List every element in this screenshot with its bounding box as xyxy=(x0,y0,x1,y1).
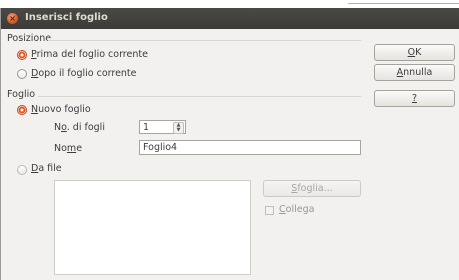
sheet-section-label: Foglio xyxy=(7,89,36,100)
help-button[interactable]: ? xyxy=(374,90,455,107)
link-checkbox[interactable] xyxy=(265,206,274,215)
position-separator xyxy=(48,40,361,41)
radio-before-current-label[interactable]: Prima del foglio corrente xyxy=(31,49,148,60)
close-icon[interactable]: × xyxy=(7,13,18,24)
radio-after-current-label[interactable]: Dopo il foglio corrente xyxy=(31,68,137,79)
title-bar[interactable]: × Inserisci foglio xyxy=(1,8,459,29)
sheet-name-field[interactable]: Foglio4 xyxy=(139,140,361,155)
background-window-strip xyxy=(0,0,459,8)
radio-before-current[interactable] xyxy=(17,50,27,60)
radio-new-sheet[interactable] xyxy=(17,105,27,115)
sheet-count-stepper[interactable]: 1 ▲ ▼ xyxy=(139,120,186,134)
dialog-title: Inserisci foglio xyxy=(25,12,108,23)
sheet-name-value: Foglio4 xyxy=(143,142,178,153)
sheet-count-label: No. di fogli xyxy=(54,122,105,133)
radio-from-file-label[interactable]: Da file xyxy=(31,163,62,174)
ok-button[interactable]: OK xyxy=(374,44,455,61)
radio-new-sheet-label[interactable]: Nuovo foglio xyxy=(31,104,91,115)
sheet-separator xyxy=(38,96,361,97)
browse-button[interactable]: Sfoglia... xyxy=(263,180,361,197)
background-field-edge xyxy=(348,3,459,4)
cancel-button[interactable]: Annulla xyxy=(374,64,455,81)
radio-after-current[interactable] xyxy=(17,69,27,79)
sheet-name-label: Nome xyxy=(54,143,83,154)
file-sheet-list[interactable] xyxy=(54,180,251,275)
stepper-arrows-icon[interactable]: ▲ ▼ xyxy=(173,122,184,134)
position-section-label: Posizione xyxy=(7,33,52,44)
link-checkbox-label[interactable]: Collega xyxy=(279,204,314,215)
radio-from-file[interactable] xyxy=(17,165,27,175)
insert-sheet-dialog: × Inserisci foglio Posizione Prima del f… xyxy=(0,8,459,280)
sheet-count-value: 1 xyxy=(143,122,150,133)
